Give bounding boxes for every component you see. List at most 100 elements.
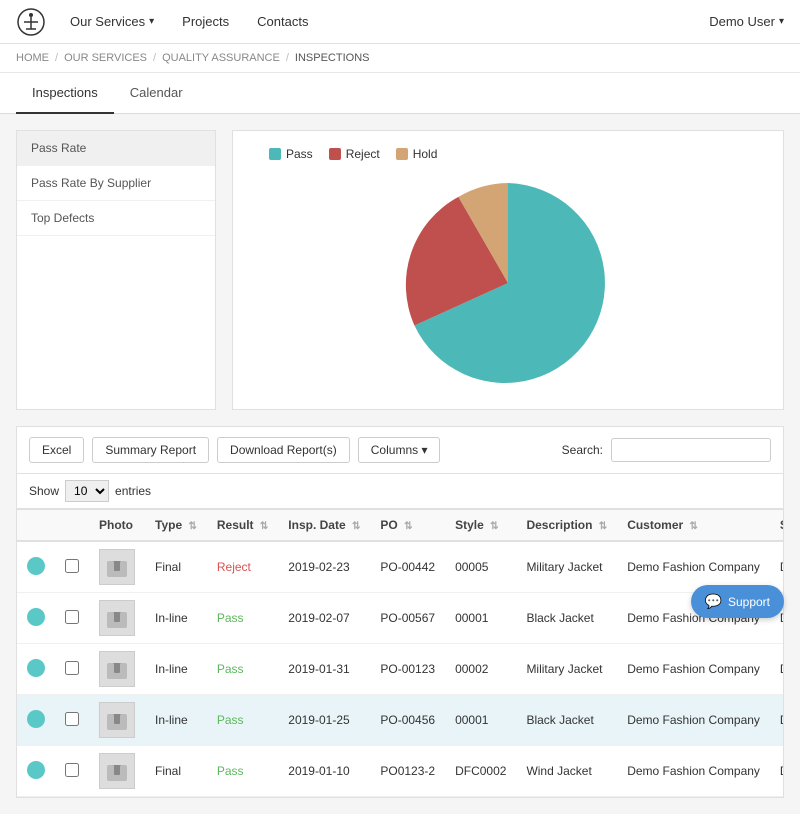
row-action-icon[interactable] (27, 659, 45, 677)
table-controls: Excel Summary Report Download Report(s) … (16, 426, 784, 473)
legend-hold-dot (396, 148, 408, 160)
row-photo-cell (89, 593, 145, 644)
row-result: Pass (207, 746, 278, 797)
row-description: Military Jacket (516, 644, 617, 695)
entries-label: entries (115, 484, 151, 498)
row-action-cell (17, 746, 55, 797)
inspections-table: Photo Type ⇅ Result ⇅ Insp. Date ⇅ (17, 510, 784, 797)
row-insp-date: 2019-01-10 (278, 746, 370, 797)
row-description: Black Jacket (516, 695, 617, 746)
row-action-cell (17, 644, 55, 695)
photo-thumbnail (99, 702, 135, 738)
table-row: In-linePass2019-02-07PO-0056700001Black … (17, 593, 784, 644)
breadcrumb-sep-2: / (153, 52, 156, 64)
row-checkbox[interactable] (65, 763, 79, 777)
row-photo-cell (89, 695, 145, 746)
th-supplier[interactable]: Supplier ⇅ (770, 510, 784, 541)
row-photo-cell (89, 541, 145, 593)
entries-select[interactable]: 10 25 50 (65, 480, 109, 502)
sort-icon-style: ⇅ (490, 521, 498, 532)
row-action-icon[interactable] (27, 761, 45, 779)
row-checkbox[interactable] (65, 661, 79, 675)
row-action-cell (17, 593, 55, 644)
row-checkbox[interactable] (65, 559, 79, 573)
sort-icon-result: ⇅ (260, 521, 268, 532)
show-label: Show (29, 484, 59, 498)
row-result: Pass (207, 593, 278, 644)
table-row: In-linePass2019-01-25PO-0045600001Black … (17, 695, 784, 746)
row-style: 00005 (445, 541, 516, 593)
breadcrumb-sep-1: / (55, 52, 58, 64)
legend-reject: Reject (329, 147, 380, 161)
row-photo-cell (89, 644, 145, 695)
chart-sidebar-top-defects[interactable]: Top Defects (17, 201, 215, 236)
row-checkbox[interactable] (65, 610, 79, 624)
th-po[interactable]: PO ⇅ (370, 510, 445, 541)
chart-sidebar-pass-rate[interactable]: Pass Rate (17, 131, 215, 166)
legend-hold: Hold (396, 147, 438, 161)
chart-area: Pass Reject Hold (232, 130, 784, 410)
row-result: Pass (207, 695, 278, 746)
th-customer[interactable]: Customer ⇅ (617, 510, 770, 541)
pie-chart (398, 173, 618, 393)
row-checkbox-cell (55, 746, 89, 797)
photo-thumbnail (99, 753, 135, 789)
search-input[interactable] (611, 438, 771, 462)
sort-icon-desc: ⇅ (599, 521, 607, 532)
tabs-container: Inspections Calendar (0, 73, 800, 114)
chart-sidebar-pass-rate-by-supplier[interactable]: Pass Rate By Supplier (17, 166, 215, 201)
row-action-cell (17, 695, 55, 746)
chart-legend: Pass Reject Hold (269, 147, 437, 161)
search-area: Search: (562, 438, 771, 462)
logo[interactable] (16, 7, 46, 37)
breadcrumb: HOME / OUR SERVICES / QUALITY ASSURANCE … (0, 44, 800, 73)
nav-our-services[interactable]: Our Services ▾ (58, 6, 166, 37)
th-photo[interactable]: Photo (89, 510, 145, 541)
row-result: Reject (207, 541, 278, 593)
sort-icon-customer: ⇅ (690, 521, 698, 532)
navbar: Our Services ▾ Projects Contacts Demo Us… (0, 0, 800, 44)
row-description: Black Jacket (516, 593, 617, 644)
sort-icon-type: ⇅ (188, 521, 196, 532)
user-chevron-icon: ▾ (779, 16, 784, 27)
th-insp-date[interactable]: Insp. Date ⇅ (278, 510, 370, 541)
table-row: FinalReject2019-02-23PO-0044200005Milita… (17, 541, 784, 593)
nav-projects[interactable]: Projects (170, 6, 241, 37)
th-style[interactable]: Style ⇅ (445, 510, 516, 541)
tab-inspections[interactable]: Inspections (16, 73, 114, 114)
row-insp-date: 2019-02-07 (278, 593, 370, 644)
download-report-button[interactable]: Download Report(s) (217, 437, 350, 463)
columns-button[interactable]: Columns ▾ (358, 437, 441, 463)
th-result[interactable]: Result ⇅ (207, 510, 278, 541)
row-type: In-line (145, 644, 207, 695)
row-insp-date: 2019-01-31 (278, 644, 370, 695)
row-checkbox[interactable] (65, 712, 79, 726)
breadcrumb-sep-3: / (286, 52, 289, 64)
legend-pass-dot (269, 148, 281, 160)
photo-thumbnail (99, 549, 135, 585)
th-type[interactable]: Type ⇅ (145, 510, 207, 541)
row-checkbox-cell (55, 644, 89, 695)
row-po: PO0123-2 (370, 746, 445, 797)
th-description[interactable]: Description ⇅ (516, 510, 617, 541)
row-insp-date: 2019-01-25 (278, 695, 370, 746)
sort-icon-po: ⇅ (404, 521, 412, 532)
nav-contacts[interactable]: Contacts (245, 6, 320, 37)
tab-calendar[interactable]: Calendar (114, 73, 199, 114)
row-action-icon[interactable] (27, 608, 45, 626)
row-style: 00002 (445, 644, 516, 695)
row-action-icon[interactable] (27, 557, 45, 575)
nav-user[interactable]: Demo User ▾ (709, 14, 784, 29)
table-row: FinalPass2019-01-10PO0123-2DFC0002Wind J… (17, 746, 784, 797)
legend-pass: Pass (269, 147, 313, 161)
row-type: In-line (145, 593, 207, 644)
summary-report-button[interactable]: Summary Report (92, 437, 209, 463)
row-customer: Demo Fashion Company (617, 746, 770, 797)
excel-button[interactable]: Excel (29, 437, 84, 463)
row-action-icon[interactable] (27, 710, 45, 728)
row-supplier: Demo Fashion Company (770, 695, 784, 746)
row-style: 00001 (445, 695, 516, 746)
row-po: PO-00442 (370, 541, 445, 593)
support-button[interactable]: 💬 Support (691, 585, 784, 618)
table-body: FinalReject2019-02-23PO-0044200005Milita… (17, 541, 784, 797)
